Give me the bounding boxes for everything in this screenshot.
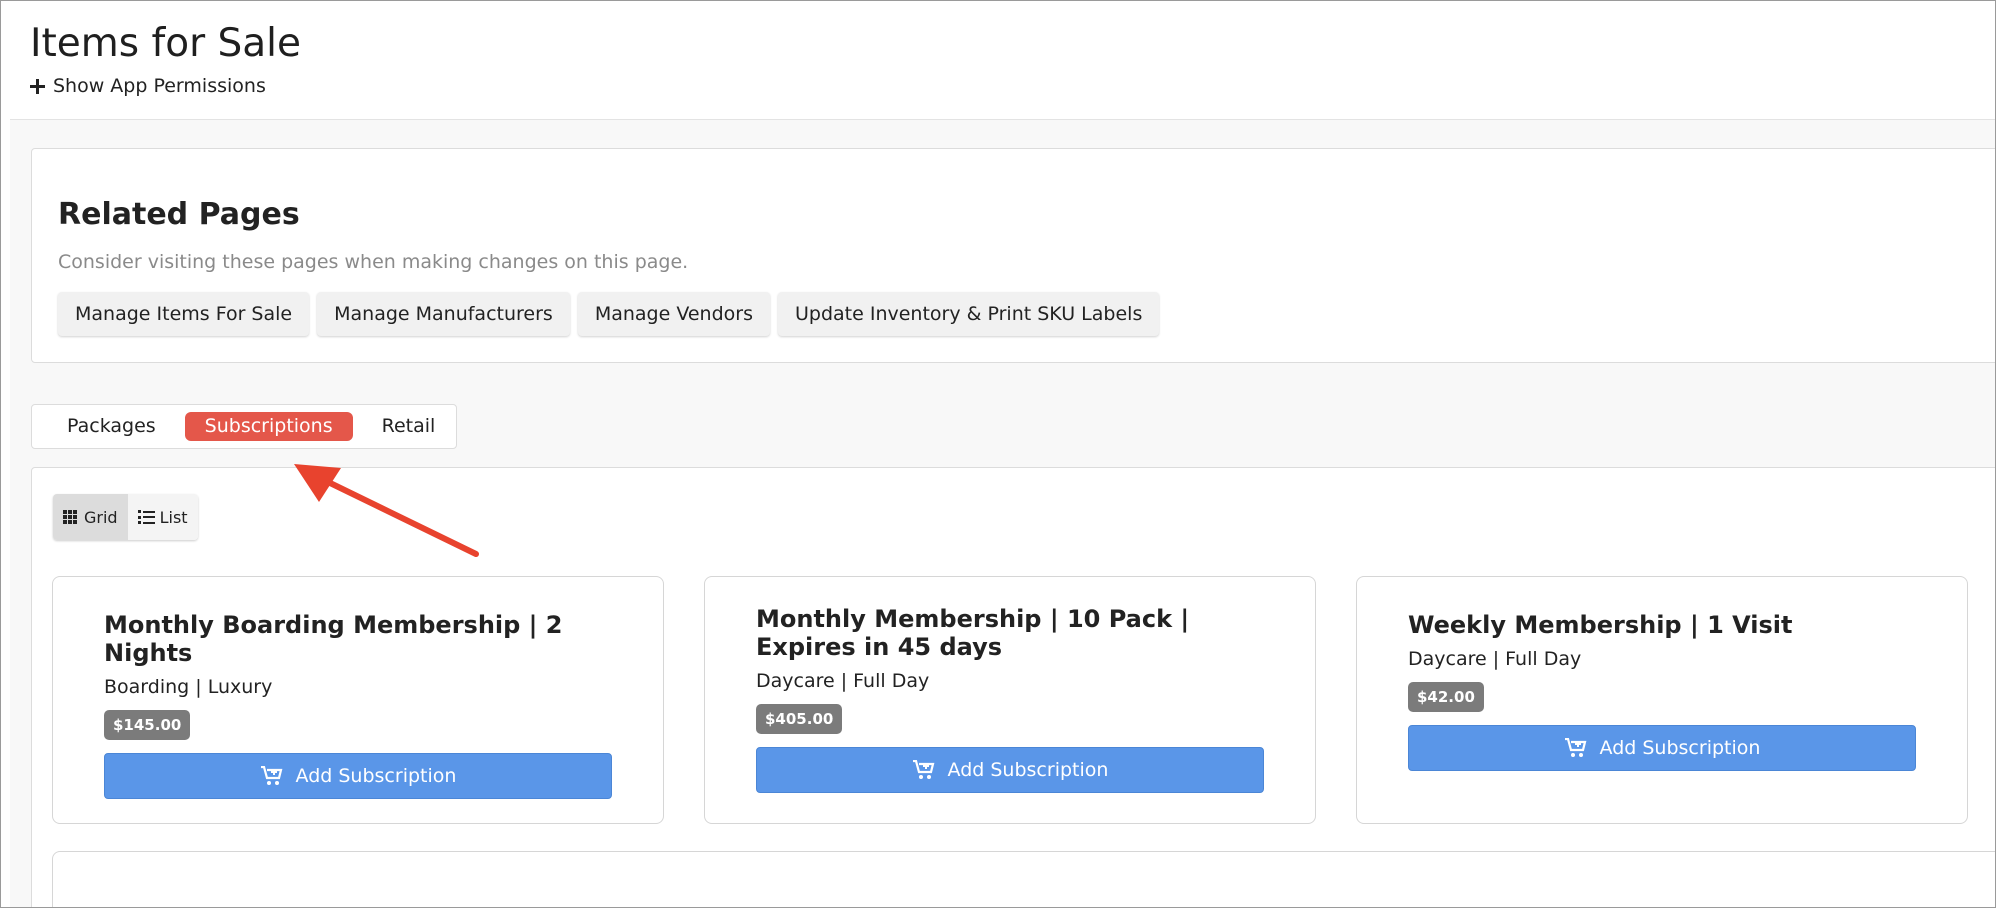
add-subscription-button[interactable]: Add Subscription xyxy=(1408,725,1916,771)
price-badge: $42.00 xyxy=(1408,682,1484,712)
tab-packages[interactable]: Packages xyxy=(47,412,176,441)
add-subscription-button[interactable]: Add Subscription xyxy=(756,747,1264,793)
annotation-arrow-icon xyxy=(294,464,479,557)
subscription-title: Monthly Boarding Membership | 2 Nights xyxy=(104,611,563,667)
subscription-card: Monthly Boarding Membership | 2 Nights B… xyxy=(52,576,664,824)
tab-subscriptions[interactable]: Subscriptions xyxy=(184,412,353,441)
list-icon xyxy=(138,510,155,524)
manage-manufacturers-button[interactable]: Manage Manufacturers xyxy=(317,292,570,336)
cart-plus-icon xyxy=(1564,738,1586,757)
list-view-button[interactable]: List xyxy=(127,494,198,540)
subscription-card-partial xyxy=(52,851,1995,907)
manage-items-for-sale-button[interactable]: Manage Items For Sale xyxy=(58,292,310,336)
subscription-card: Weekly Membership | 1 Visit Daycare | Fu… xyxy=(1356,576,1968,824)
grid-view-label: Grid xyxy=(84,507,118,527)
tab-retail[interactable]: Retail xyxy=(362,412,456,441)
plus-icon xyxy=(30,78,45,94)
subscription-title: Weekly Membership | 1 Visit xyxy=(1408,611,1793,639)
add-subscription-label: Add Subscription xyxy=(295,765,457,787)
add-subscription-label: Add Subscription xyxy=(1599,737,1761,759)
subscription-category: Daycare | Full Day xyxy=(1408,648,1582,670)
list-view-label: List xyxy=(159,507,188,527)
add-subscription-button[interactable]: Add Subscription xyxy=(104,753,612,799)
subscription-title: Monthly Membership | 10 Pack | Expires i… xyxy=(756,605,1190,661)
cart-plus-icon xyxy=(260,766,282,785)
show-permissions-label: Show App Permissions xyxy=(53,75,266,97)
add-subscription-label: Add Subscription xyxy=(947,759,1109,781)
subscription-category: Daycare | Full Day xyxy=(756,670,930,692)
cart-plus-icon xyxy=(912,760,934,779)
view-toggle: Grid List xyxy=(53,494,198,540)
price-badge: $405.00 xyxy=(756,704,843,734)
related-pages-links: Manage Items For Sale Manage Manufacture… xyxy=(58,292,1160,336)
manage-vendors-button[interactable]: Manage Vendors xyxy=(577,292,770,336)
grid-icon xyxy=(63,510,79,524)
app-window: Items for Sale Show App Permissions Rela… xyxy=(0,0,1996,908)
related-pages-title: Related Pages xyxy=(58,197,300,232)
subscription-card: Monthly Membership | 10 Pack | Expires i… xyxy=(704,576,1316,824)
item-type-tabs: Packages Subscriptions Retail xyxy=(31,404,457,449)
subscription-category: Boarding | Luxury xyxy=(104,676,273,698)
page-title: Items for Sale xyxy=(30,21,302,66)
grid-view-button[interactable]: Grid xyxy=(53,494,128,540)
show-permissions-toggle[interactable]: Show App Permissions xyxy=(30,75,301,97)
update-inventory-button[interactable]: Update Inventory & Print SKU Labels xyxy=(777,292,1160,336)
page-header: Items for Sale Show App Permissions xyxy=(30,19,301,97)
price-badge: $145.00 xyxy=(104,710,191,740)
related-pages-card: Related Pages Consider visiting these pa… xyxy=(31,148,1995,363)
related-pages-description: Consider visiting these pages when makin… xyxy=(58,251,689,273)
